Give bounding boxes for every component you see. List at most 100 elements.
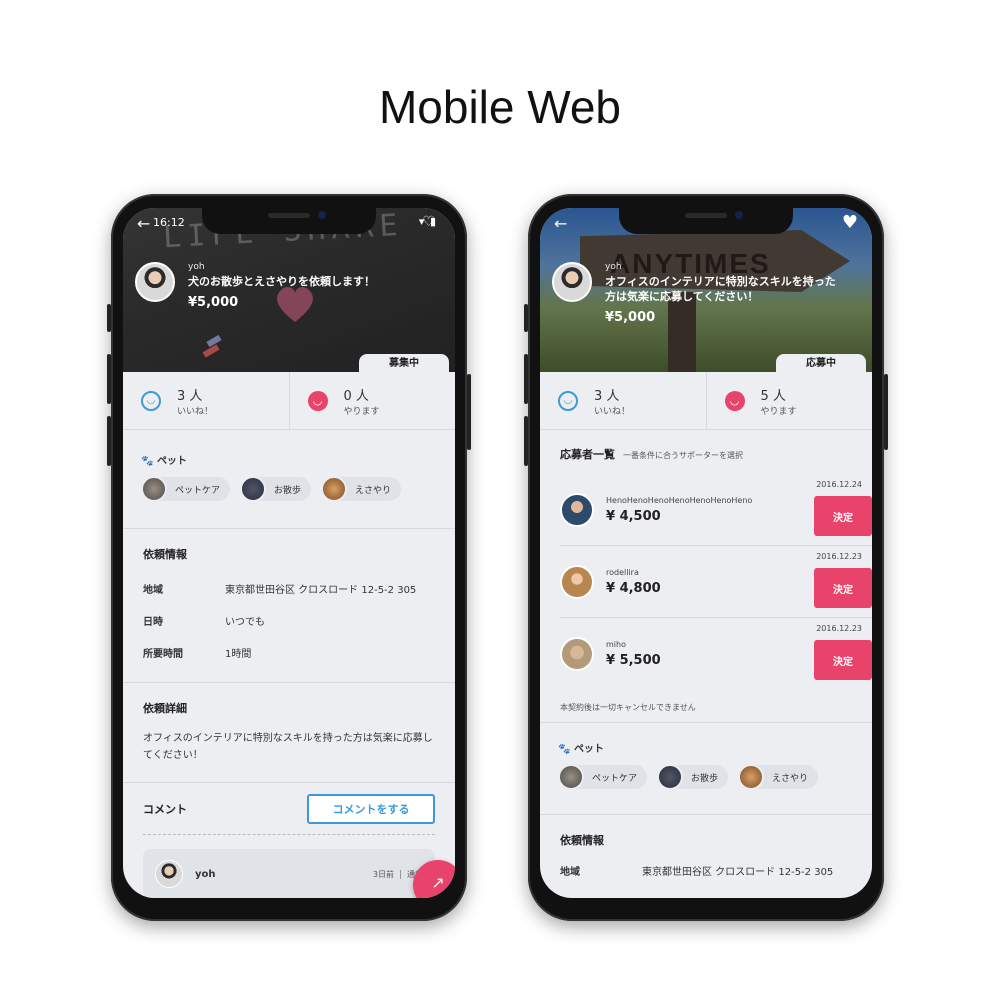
applicant-price: ¥ 4,800	[606, 580, 661, 596]
back-arrow-icon[interactable]: ←	[137, 214, 150, 233]
status-badge: 応募中	[776, 354, 866, 374]
chip-pet-care[interactable]: ペットケア	[141, 476, 231, 502]
add-comment-button[interactable]: コメントをする	[307, 794, 435, 824]
comment-author: yoh	[195, 868, 216, 880]
info-heading: 依頼情報	[143, 548, 187, 561]
paw-icon: 🐾	[558, 744, 571, 755]
chip-feeding[interactable]: えさやり	[738, 764, 819, 790]
cancel-note: 本契約後は一切キャンセルできません	[560, 703, 696, 712]
applicants-subtitle: 一番条件に合うサポーターを選択	[623, 451, 743, 460]
like-counter[interactable]: ◡ 3 人 いいね！	[123, 372, 289, 429]
page-title: Mobile Web	[378, 81, 622, 133]
info-value: 1時間	[225, 648, 252, 660]
applicant-date: 2016.12.23	[816, 552, 862, 561]
chip-walk[interactable]: お散歩	[657, 764, 729, 790]
info-row: 地域 東京都世田谷区 クロスロード 12-5-2 305	[560, 854, 852, 886]
applicant-price: ¥ 4,500	[606, 508, 661, 524]
request-info-section: 依頼情報 地域 東京都世田谷区 クロスロード 12-5-2 305	[540, 832, 872, 886]
like-label: いいね！	[594, 406, 631, 417]
info-value: 東京都世田谷区 クロスロード 12-5-2 305	[642, 866, 834, 878]
pet-section: 🐾 ペット ペットケア お散歩 えさやり	[540, 740, 872, 790]
decide-button[interactable]: 決定	[814, 640, 872, 680]
applicant-name: HenoHenoHenoHenoHenoHenoHeno	[606, 495, 753, 505]
info-row: 日時 いつでも	[143, 604, 435, 636]
paw-icon: 🐾	[141, 456, 154, 467]
pet-heading: ペット	[573, 744, 604, 755]
author-block: yoh 犬のお散歩とえさやりを依頼します！ ¥5,000	[135, 262, 424, 310]
counters: ◡ 3 人 いいね！ ◡ 5 人 やります	[540, 372, 872, 430]
back-arrow-icon[interactable]: ←	[554, 214, 567, 233]
status-badge: 募集中	[359, 354, 449, 374]
decide-button[interactable]: 決定	[814, 568, 872, 608]
like-label: いいね！	[177, 406, 214, 417]
chip-walk[interactable]: お散歩	[240, 476, 312, 502]
comment-card: yoh 3日前通報	[143, 849, 435, 898]
chip-label: えさやり	[355, 485, 392, 496]
heart-outline-icon[interactable]: ♡	[422, 214, 435, 230]
do-count: 5 人	[760, 388, 786, 404]
applicant-name: miho	[606, 640, 626, 649]
heart-icon[interactable]: ♥	[842, 212, 858, 233]
do-label: やります	[760, 406, 797, 417]
status-time: 16:12	[153, 216, 185, 229]
chip-label: ペットケア	[175, 485, 221, 496]
do-counter[interactable]: ◡ 5 人 やります	[705, 372, 873, 429]
pet-heading: ペット	[156, 456, 187, 467]
applicant-row: rodellira ¥ 4,800 2016.12.23 決定	[560, 546, 872, 618]
info-key: 所要時間	[143, 648, 183, 660]
do-label: やります	[343, 406, 380, 417]
phone-frame-right: ANYTIMES ← ♥ yoh オフィスのインテリアに特別なスキルを持った方は…	[524, 194, 888, 921]
info-heading: 依頼情報	[560, 834, 604, 847]
chip-label: えさやり	[772, 773, 809, 784]
author-name: yoh	[188, 262, 205, 272]
phone-frame-left: LIFE SHARE ← 16:12 ▾ ▮ ♡ yoh 犬のお散歩とえさやりを…	[107, 194, 471, 921]
applicants-heading: 応募者一覧	[560, 448, 615, 461]
comment-time: 3日前	[372, 869, 394, 879]
do-counter[interactable]: ◡ 0 人 やります	[288, 372, 456, 429]
request-info-section: 依頼情報 地域 東京都世田谷区 クロスロード 12-5-2 305 日時 いつでも …	[123, 546, 455, 668]
applicant-price: ¥ 5,500	[606, 653, 661, 668]
author-name: yoh	[605, 262, 622, 272]
info-key: 地域	[560, 866, 580, 878]
smile-icon: ◡	[558, 390, 578, 411]
info-key: 地域	[143, 584, 163, 596]
chip-label: お散歩	[274, 485, 302, 496]
detail-text: オフィスのインテリアに特別なスキルを持った方は気楽に応募してください！	[143, 733, 433, 761]
comment-heading: コメント	[143, 803, 187, 816]
applicant-row: HenoHenoHenoHenoHenoHenoHeno ¥ 4,500 201…	[560, 474, 872, 546]
like-count: 3 人	[594, 388, 620, 404]
applicant-row: miho ¥ 5,500 2016.12.23 決定	[560, 618, 872, 690]
avatar[interactable]	[560, 564, 594, 599]
request-title: オフィスのインテリアに特別なスキルを持った方は気楽に応募してください！	[605, 275, 836, 303]
screen-right: ANYTIMES ← ♥ yoh オフィスのインテリアに特別なスキルを持った方は…	[540, 208, 872, 898]
chip-label: お散歩	[691, 773, 719, 784]
request-title: 犬のお散歩とえさやりを依頼します！	[188, 275, 375, 288]
pet-section: 🐾 ペット ペットケア お散歩 えさやり	[123, 452, 455, 502]
avatar[interactable]	[560, 637, 594, 671]
avatar[interactable]	[560, 492, 594, 527]
happy-face-icon: ◡	[307, 390, 328, 411]
comment-section: コメント コメントをする yoh 3日前通報	[123, 794, 455, 898]
applicant-name: rodellira	[606, 567, 639, 577]
info-value: いつでも	[225, 616, 265, 628]
info-key: 日時	[143, 616, 163, 628]
info-value: 東京都世田谷区 クロスロード 12-5-2 305	[225, 584, 417, 596]
info-row: 地域 東京都世田谷区 クロスロード 12-5-2 305	[143, 572, 435, 604]
request-detail-section: 依頼詳細 オフィスのインテリアに特別なスキルを持った方は気楽に応募してください！	[123, 700, 455, 764]
happy-face-icon: ◡	[724, 390, 745, 411]
request-price: ¥5,000	[605, 310, 656, 325]
chip-pet-care[interactable]: ペットケア	[558, 764, 648, 790]
applicants-section: 応募者一覧 一番条件に合うサポーターを選択 HenoHenoHenoHenoHe…	[540, 446, 872, 713]
chip-feeding[interactable]: えさやり	[321, 476, 402, 502]
smile-icon: ◡	[141, 390, 161, 411]
avatar[interactable]	[155, 860, 183, 888]
info-row: 所要時間 1時間	[143, 636, 435, 668]
like-counter[interactable]: ◡ 3 人 いいね！	[540, 372, 706, 429]
avatar[interactable]	[552, 262, 592, 302]
applicant-date: 2016.12.23	[816, 624, 862, 633]
do-count: 0 人	[343, 388, 369, 404]
decide-button[interactable]: 決定	[814, 496, 872, 536]
avatar[interactable]	[135, 262, 175, 302]
request-price: ¥5,000	[188, 295, 239, 310]
detail-heading: 依頼詳細	[143, 702, 187, 715]
